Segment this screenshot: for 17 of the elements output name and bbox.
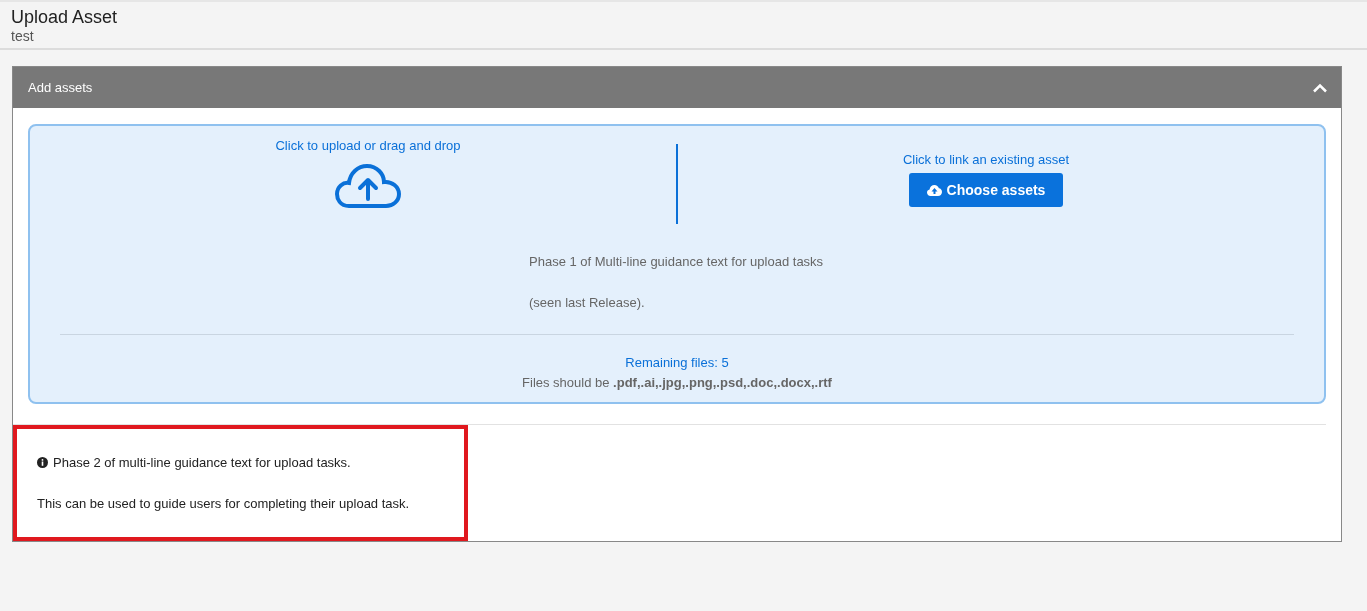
guidance-text: Phase 1 of Multi-line guidance text for upload tasks — [529, 254, 825, 269]
upload-link[interactable]: Click to upload or drag and drop — [275, 138, 461, 153]
guidance-text: Phase 2 of multi-line guidance text for upload tasks. — [53, 455, 351, 470]
page-subtitle: test — [11, 28, 35, 44]
cloud-upload-icon[interactable] — [335, 163, 401, 209]
choose-assets-button[interactable]: Choose assets — [908, 173, 1064, 207]
page-title: Upload Asset — [11, 7, 119, 28]
drop-zone[interactable] — [28, 124, 1326, 404]
guidance-text: This can be used to guide users for completing their upload task. — [37, 496, 411, 511]
guidance-text: (seen last Release). — [529, 295, 646, 310]
info-icon — [37, 457, 48, 468]
cloud-upload-icon — [926, 184, 942, 196]
remaining-files: Remaining files: 5 — [625, 355, 729, 370]
link-asset-link[interactable]: Click to link an existing asset — [902, 152, 1070, 167]
file-types-text: Files should be .pdf,.ai,.jpg,.png,.psd,.doc,.docx,.rtf — [522, 375, 832, 390]
chevron-icon[interactable] — [1313, 82, 1327, 93]
panel-title: Add assets — [28, 80, 93, 95]
